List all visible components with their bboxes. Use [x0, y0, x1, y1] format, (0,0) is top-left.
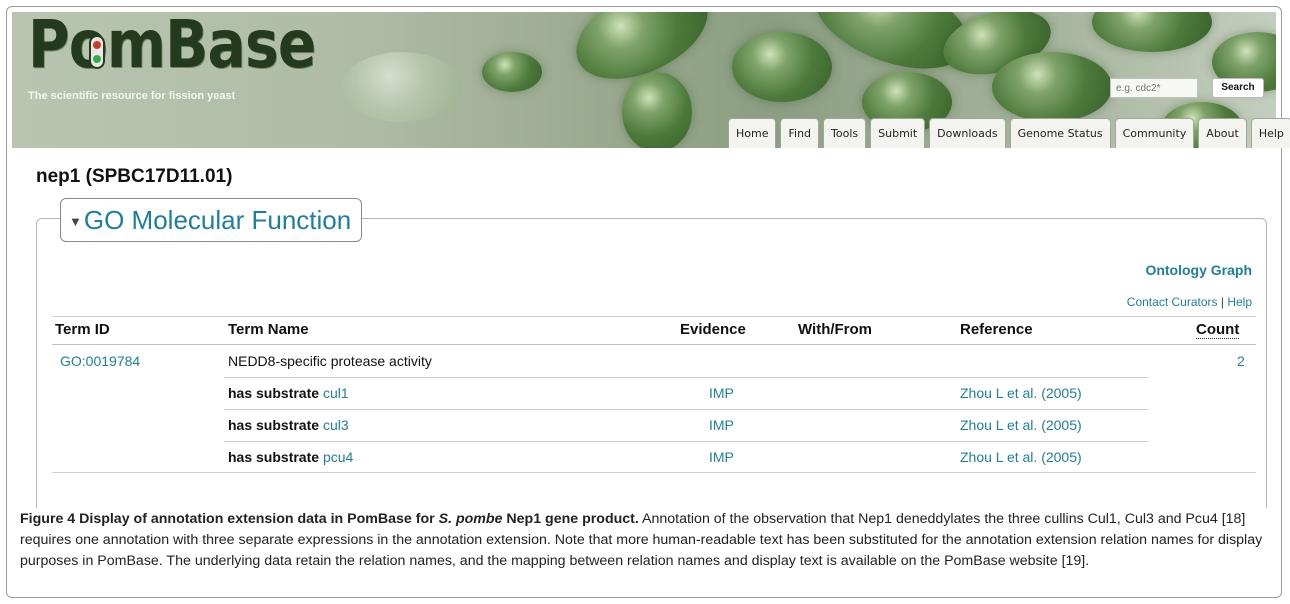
decor-cell: [732, 32, 832, 102]
evidence-link[interactable]: IMP: [709, 417, 734, 433]
decor-cell: [1092, 12, 1212, 52]
reference-link[interactable]: Zhou L et al. (2005): [960, 385, 1082, 401]
go-term-id-link[interactable]: GO:0019784: [60, 353, 140, 369]
curator-links: Contact Curators | Help: [1127, 295, 1252, 309]
help-link[interactable]: Help: [1227, 295, 1252, 309]
table-top-rule: [52, 316, 1256, 317]
nav-tab-tools[interactable]: Tools: [823, 118, 867, 148]
row-rule: [224, 377, 1148, 378]
go-section-toggle[interactable]: ▼GO Molecular Function: [60, 198, 363, 242]
decor-cell: [342, 52, 462, 122]
nav-tab-help[interactable]: Help: [1250, 118, 1290, 148]
extension-row: has substrate pcu4: [228, 449, 353, 465]
search-button[interactable]: Search: [1212, 78, 1264, 98]
page-title: nep1 (SPBC17D11.01): [36, 166, 233, 187]
nav-tab-submit[interactable]: Submit: [870, 118, 926, 148]
extension-target-link[interactable]: cul3: [323, 417, 349, 433]
extension-target-link[interactable]: cul1: [323, 385, 349, 401]
site-tagline: The scientific resource for fission yeas…: [28, 90, 236, 102]
extension-row: has substrate cul3: [228, 417, 349, 433]
section-title: GO Molecular Function: [83, 205, 352, 235]
nav-tab-genome-status[interactable]: Genome Status: [1009, 118, 1111, 148]
caption-species: S. pombe: [438, 511, 503, 527]
evidence-link[interactable]: IMP: [709, 449, 734, 465]
caption-label: Figure 4 Display of annotation extension…: [20, 511, 639, 527]
col-header-count: Count: [1196, 321, 1240, 339]
link-separator: |: [1220, 295, 1224, 309]
col-header-evidence: Evidence: [680, 321, 746, 338]
evidence-link[interactable]: IMP: [709, 385, 734, 401]
pombase-logo[interactable]: PomBase: [28, 8, 316, 82]
caret-down-icon: ▼: [69, 214, 82, 230]
extension-relation: has substrate: [228, 449, 320, 465]
contact-curators-link[interactable]: Contact Curators: [1127, 295, 1218, 309]
row-rule: [224, 409, 1148, 410]
nav-tab-find[interactable]: Find: [780, 118, 820, 148]
ontology-graph-link[interactable]: Ontology Graph: [1145, 262, 1252, 278]
row-rule: [224, 441, 1148, 442]
extension-target-link[interactable]: pcu4: [323, 449, 353, 465]
extension-relation: has substrate: [228, 417, 320, 433]
reference-link[interactable]: Zhou L et al. (2005): [960, 449, 1082, 465]
figure-caption: Figure 4 Display of annotation extension…: [20, 509, 1270, 572]
nav-tab-downloads[interactable]: Downloads: [929, 118, 1006, 148]
decor-cell: [622, 72, 692, 148]
nav-tab-home[interactable]: Home: [728, 118, 777, 148]
nav-tab-community[interactable]: Community: [1114, 118, 1195, 148]
go-term-name: NEDD8-specific protease activity: [228, 353, 432, 369]
annotation-count-link[interactable]: 2: [1237, 353, 1245, 369]
search-input[interactable]: [1110, 78, 1198, 98]
go-section-panel: [36, 218, 1267, 508]
reference-link[interactable]: Zhou L et al. (2005): [960, 417, 1082, 433]
header-rule: [52, 344, 1256, 345]
extension-row: has substrate cul1: [228, 385, 349, 401]
col-header-with-from: With/From: [798, 321, 873, 338]
decor-cell: [482, 52, 542, 92]
extension-relation: has substrate: [228, 385, 320, 401]
col-header-term-id: Term ID: [55, 321, 110, 338]
logo-traffic-light-icon: [89, 35, 105, 69]
col-header-reference: Reference: [960, 321, 1033, 338]
col-header-term-name: Term Name: [228, 321, 309, 338]
decor-cell: [992, 52, 1112, 122]
main-nav: Home Find Tools Submit Downloads Genome …: [728, 118, 1290, 148]
table-bottom-rule: [52, 472, 1256, 473]
nav-tab-about[interactable]: About: [1198, 118, 1247, 148]
